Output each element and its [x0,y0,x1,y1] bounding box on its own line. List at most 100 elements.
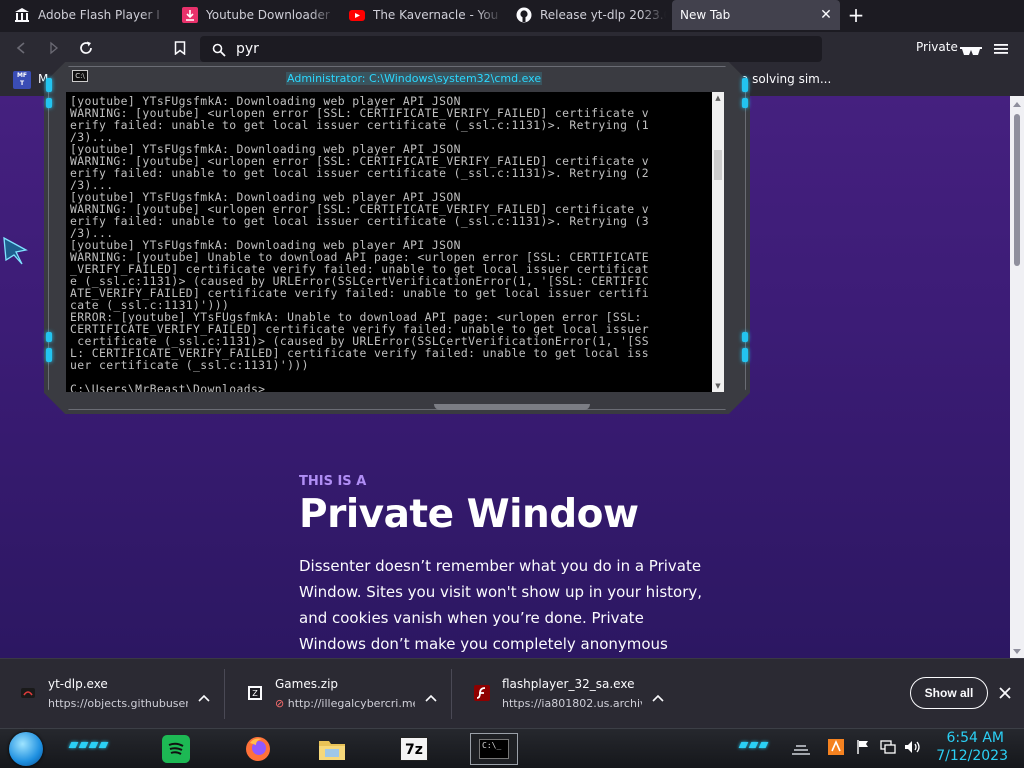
reload-icon [80,41,92,54]
chevron-up-icon[interactable] [652,687,664,706]
hamburger-menu-icon[interactable] [994,41,1008,60]
frame-light [742,332,748,342]
address-bar[interactable] [200,36,822,62]
zip-icon: Z [247,685,263,701]
tab-yt-dlp-release[interactable]: Release yt-dlp 2023.0 [508,0,672,30]
frame-light [742,348,748,362]
download-filename: flashplayer_32_sa.exe [502,677,635,691]
bookmark-icon [174,41,186,55]
bank-icon [14,7,30,23]
frame-light [46,98,52,108]
svg-text:Z: Z [252,689,258,698]
chevron-up-icon[interactable] [425,687,437,706]
back-arrow-icon [16,42,25,54]
7zip-label: 7z [400,737,428,761]
download-item[interactable]: flashplayer_32_sa.exe https://ia801802.u… [454,659,679,729]
forward-arrow-icon [50,41,59,55]
frame-light [742,78,748,92]
cmd-window-title: Administrator: C:\Windows\system32\cmd.e… [286,72,543,85]
insecure-connection-icon: ⊘ [275,697,285,710]
tab-new-tab[interactable]: New Tab ✕ [672,0,840,30]
show-all-downloads-button[interactable]: Show all [910,677,988,709]
file-explorer-icon[interactable] [316,733,348,765]
private-browsing-label: Private [916,40,958,54]
tab-title: Adobe Flash Player I [38,8,160,22]
action-center-flag-icon[interactable] [856,739,870,759]
scroll-up-icon[interactable] [1013,102,1021,107]
start-button[interactable] [9,732,43,766]
private-mask-icon [960,42,982,61]
download-source-url: https://ia801802.us.archive.... [502,697,642,710]
frame-light [46,348,52,362]
show-hidden-icons-icon[interactable] [790,741,812,760]
url-input[interactable] [236,39,796,59]
console-text: [youtube] YTsFUgsfmkA: Downloading web p… [70,94,650,392]
download-source-url: ⊘ http://illegalcybercri.me [275,697,415,710]
clock-time[interactable]: 6:54 AM [942,730,1004,746]
tab-title: Release yt-dlp 2023.0 [540,8,666,22]
page-scrollbar[interactable] [1010,96,1024,658]
clock-date[interactable]: 7/12/2023 [936,748,1008,764]
cmd-app-icon: C:\ [72,70,88,82]
bookmark-item[interactable]: a solving sim... [741,72,831,86]
frame-light [46,78,52,92]
new-tab-button[interactable]: + [845,5,867,27]
divider [224,669,225,719]
back-button[interactable] [12,38,32,58]
forward-button[interactable] [44,38,64,58]
github-icon [516,7,532,23]
console-scrollbar[interactable]: ▲ ▼ [712,92,724,392]
cmd-titlebar[interactable]: C:\ Administrator: C:\Windows\system32\c… [66,66,730,88]
download-filename: Games.zip [275,677,339,691]
cmd-icon[interactable]: C:\_ [470,733,518,765]
download-shelf: yt-dlp.exe https://objects.githubuserc..… [0,658,1024,728]
cmd-label: C:\_ [479,739,509,759]
chevron-up-icon[interactable] [198,687,210,706]
download-source-url: https://objects.githubuserc... [48,697,188,710]
network-icon[interactable] [880,739,896,759]
scroll-thumb[interactable] [1014,114,1020,266]
mouse-cursor-icon [2,236,28,270]
console-output-area[interactable]: [youtube] YTsFUgsfmkA: Downloading web p… [66,92,724,392]
eyebrow-text: THIS IS A [299,474,367,489]
download-filename: yt-dlp.exe [48,677,108,691]
download-source-url-text: http://illegalcybercri.me [287,697,415,710]
tab-title: Youtube Downloader [206,8,330,22]
frame-decoration [434,404,590,410]
search-icon [212,42,226,61]
tab-adobe-flash[interactable]: Adobe Flash Player I [6,0,174,30]
volume-icon[interactable] [904,739,922,759]
divider [451,669,452,719]
youtube-icon [349,7,365,23]
tab-title: New Tab [680,8,731,22]
tab-title: The Kavernacle - You [373,8,499,22]
spotify-icon[interactable] [160,733,192,765]
7zip-icon[interactable]: 7z [398,733,430,765]
command-prompt-window[interactable]: C:\ Administrator: C:\Windows\system32\c… [44,62,750,414]
taskbar-decoration [738,742,769,748]
frame-light [742,98,748,108]
app-tray-icon[interactable] [828,739,844,759]
exe-icon [20,685,36,701]
windows-taskbar: 7z C:\_ 6:54 AM 7/12/2023 [0,728,1024,768]
close-download-shelf-icon[interactable] [998,685,1012,704]
bookmark-favicon-icon[interactable]: MF T [13,71,31,89]
navigation-toolbar: Private [0,32,1024,64]
tab-kavernacle[interactable]: The Kavernacle - You [341,0,509,30]
reload-button[interactable] [76,38,96,58]
flash-icon [474,685,490,701]
download-icon [182,7,198,23]
bookmark-button[interactable] [170,38,190,58]
console-scroll-up-icon[interactable]: ▲ [714,94,722,102]
scroll-down-icon[interactable] [1013,649,1021,654]
tab-youtube-downloader[interactable]: Youtube Downloader [174,0,342,30]
page-title: Private Window [299,492,639,537]
tab-strip: Adobe Flash Player I Youtube Downloader … [0,0,1024,32]
download-item[interactable]: yt-dlp.exe https://objects.githubuserc..… [0,659,225,729]
console-scroll-thumb[interactable] [714,150,722,180]
console-scroll-down-icon[interactable]: ▼ [714,382,722,390]
download-item[interactable]: Z Games.zip ⊘ http://illegalcybercri.me [227,659,452,729]
close-tab-icon[interactable]: ✕ [818,7,834,23]
firefox-icon[interactable] [242,733,274,765]
frame-light [46,332,52,342]
